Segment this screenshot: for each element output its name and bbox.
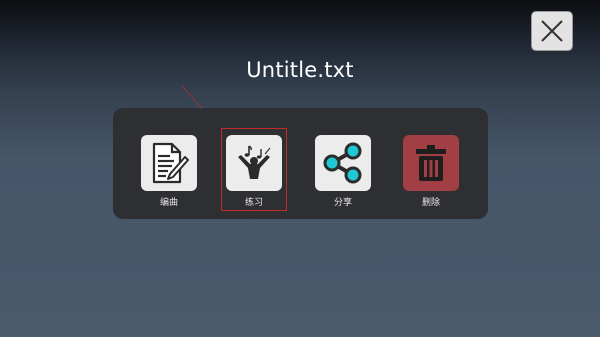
close-icon [541, 20, 563, 42]
file-title: Untitle.txt [246, 58, 354, 82]
delete-action[interactable]: 删除 [402, 135, 460, 208]
practice-highlight-box [221, 128, 287, 211]
edit-action[interactable]: 编曲 [140, 135, 198, 208]
edit-tile[interactable] [141, 135, 197, 191]
share-label: 分享 [333, 198, 352, 208]
trash-icon [416, 145, 446, 181]
edit-label: 编曲 [159, 198, 178, 208]
share-action[interactable]: 分享 [314, 135, 372, 208]
share-icon [323, 142, 362, 184]
delete-tile[interactable] [403, 135, 459, 191]
delete-label: 删除 [421, 198, 440, 208]
share-tile[interactable] [315, 135, 371, 191]
close-button[interactable] [531, 11, 573, 51]
edit-document-icon [152, 142, 189, 184]
